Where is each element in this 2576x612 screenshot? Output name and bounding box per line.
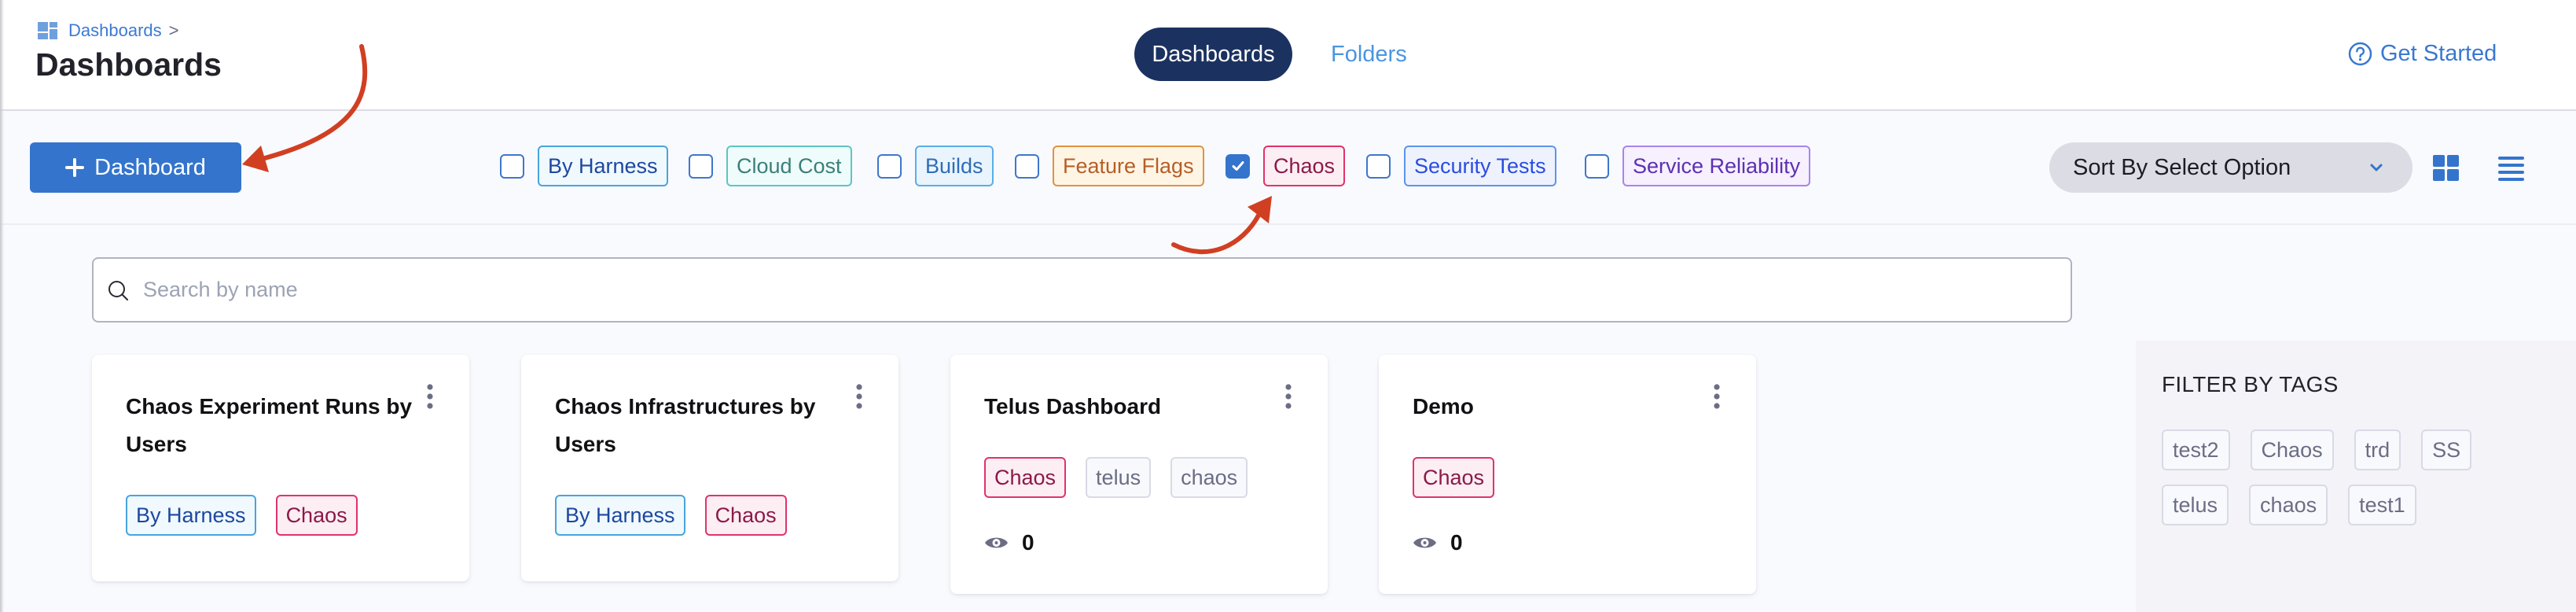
filter-tag-list: test2 Chaos trd SS telus chaos test1 <box>2162 430 2492 525</box>
dashboards-grid-icon <box>38 22 57 39</box>
view-count: 0 <box>1413 530 1722 555</box>
dashboard-card-tags: By Harness Chaos <box>126 495 435 536</box>
more-vertical-icon <box>1285 384 1292 409</box>
dashboard-tag: Chaos <box>1413 457 1495 498</box>
filter-tag-option[interactable]: Chaos <box>2250 430 2334 470</box>
filter-tag[interactable]: Cloud Cost <box>726 146 852 186</box>
get-started-label: Get Started <box>2380 41 2497 66</box>
filter-tag-option[interactable]: test1 <box>2348 485 2416 525</box>
breadcrumb-link-dashboards[interactable]: Dashboards <box>68 20 162 41</box>
help-circle-icon <box>2348 42 2372 66</box>
new-dashboard-button[interactable]: Dashboard <box>30 142 241 193</box>
search-input[interactable] <box>141 259 2028 321</box>
sort-select-value: Sort By Select Option <box>2073 155 2291 180</box>
grid-view-icon <box>2433 155 2459 181</box>
check-icon <box>1232 161 1244 171</box>
plus-icon <box>65 158 85 177</box>
grid-view-button[interactable] <box>2433 155 2459 181</box>
page-header: Dashboards > Dashboards Dashboards Folde… <box>0 0 2576 111</box>
filter-tag[interactable]: Feature Flags <box>1053 146 1204 186</box>
module-filter-feature-flags: Feature Flags <box>1015 146 1204 186</box>
filter-tag-option[interactable]: trd <box>2354 430 2401 470</box>
sort-select[interactable]: Sort By Select Option <box>2049 142 2412 193</box>
more-vertical-icon <box>856 384 862 409</box>
dashboard-card[interactable]: Chaos Infrastructures by Users By Harnes… <box>521 355 898 581</box>
dashboard-tag: Chaos <box>275 495 358 536</box>
breadcrumb: Dashboards > <box>38 20 179 41</box>
module-filter-service-reliability: Service Reliability <box>1585 146 1811 186</box>
view-count-value: 0 <box>1022 530 1034 555</box>
dashboard-card-title[interactable]: Chaos Experiment Runs by Users <box>126 388 418 463</box>
dashboard-tag: chaos <box>1170 457 1248 498</box>
filter-by-tags-heading: FILTER BY TAGS <box>2162 372 2339 396</box>
get-started-link[interactable]: Get Started <box>2348 41 2497 66</box>
filter-tag-option[interactable]: telus <box>2162 485 2229 525</box>
module-filter-by-harness: By Harness <box>500 146 668 186</box>
filter-checkbox[interactable] <box>1226 153 1250 179</box>
dashboard-card-title[interactable]: Demo <box>1413 388 1705 426</box>
dashboard-card[interactable]: Demo Chaos 0 <box>1379 355 1756 594</box>
filter-checkbox[interactable] <box>1366 153 1391 179</box>
filter-tag[interactable]: Builds <box>915 146 994 186</box>
filter-tag[interactable]: Security Tests <box>1404 146 1556 186</box>
filter-checkbox[interactable] <box>1015 153 1039 179</box>
dashboard-card-title[interactable]: Telus Dashboard <box>984 388 1277 426</box>
dashboard-card[interactable]: Chaos Experiment Runs by Users By Harnes… <box>92 355 469 581</box>
filter-by-tags-panel: FILTER BY TAGS test2 Chaos trd SS telus … <box>2136 341 2576 612</box>
filter-tag[interactable]: By Harness <box>538 146 668 186</box>
eye-icon <box>1413 537 1436 548</box>
list-view-button[interactable] <box>2498 155 2524 181</box>
search-box <box>92 257 2072 323</box>
card-more-options-button[interactable] <box>424 384 435 409</box>
dashboard-card-tags: Chaos <box>1413 457 1722 498</box>
more-vertical-icon <box>427 384 433 409</box>
more-vertical-icon <box>1714 384 1720 409</box>
module-filter-security-tests: Security Tests <box>1366 146 1556 186</box>
chevron-down-icon <box>2370 164 2383 171</box>
page-title: Dashboards <box>35 46 222 83</box>
module-filter-chaos: Chaos <box>1226 146 1346 186</box>
module-filter-cloud-cost: Cloud Cost <box>689 146 852 186</box>
breadcrumb-separator: > <box>168 20 179 40</box>
tab-dashboards[interactable]: Dashboards <box>1134 28 1292 81</box>
card-more-options-button[interactable] <box>1283 384 1294 409</box>
filter-tag-option[interactable]: SS <box>2421 430 2472 470</box>
list-view-icon <box>2498 157 2524 181</box>
view-count-value: 0 <box>1450 530 1463 555</box>
tab-folders[interactable]: Folders <box>1331 28 1407 81</box>
module-filter-builds: Builds <box>877 146 994 186</box>
window-edge <box>0 0 4 612</box>
card-more-options-button[interactable] <box>854 384 865 409</box>
filter-checkbox[interactable] <box>1585 153 1609 179</box>
dashboard-tag: telus <box>1086 457 1152 498</box>
dashboard-tag: By Harness <box>555 495 685 536</box>
view-count: 0 <box>984 530 1294 555</box>
filter-tag-option[interactable]: test2 <box>2162 430 2230 470</box>
dashboard-tag: Chaos <box>704 495 787 536</box>
dashboards-toolbar: Dashboard By Harness Cloud Cost Builds F… <box>0 111 2576 225</box>
dashboard-card-tags: By Harness Chaos <box>555 495 865 536</box>
dashboard-card[interactable]: Telus Dashboard Chaos telus chaos 0 <box>950 355 1328 594</box>
filter-checkbox[interactable] <box>877 153 902 179</box>
dashboard-card-tags: Chaos telus chaos <box>984 457 1294 498</box>
filter-checkbox[interactable] <box>689 153 713 179</box>
dashboard-tag: By Harness <box>126 495 256 536</box>
new-dashboard-label: Dashboard <box>94 154 206 180</box>
search-icon <box>108 281 128 300</box>
dashboard-tag: Chaos <box>984 457 1067 498</box>
filter-checkbox[interactable] <box>500 153 524 179</box>
eye-icon <box>985 537 1008 548</box>
filter-tag[interactable]: Service Reliability <box>1622 146 1811 186</box>
filter-tag-option[interactable]: chaos <box>2249 485 2328 525</box>
filter-tag[interactable]: Chaos <box>1263 146 1346 186</box>
card-more-options-button[interactable] <box>1711 384 1722 409</box>
dashboard-card-title[interactable]: Chaos Infrastructures by Users <box>555 388 847 463</box>
